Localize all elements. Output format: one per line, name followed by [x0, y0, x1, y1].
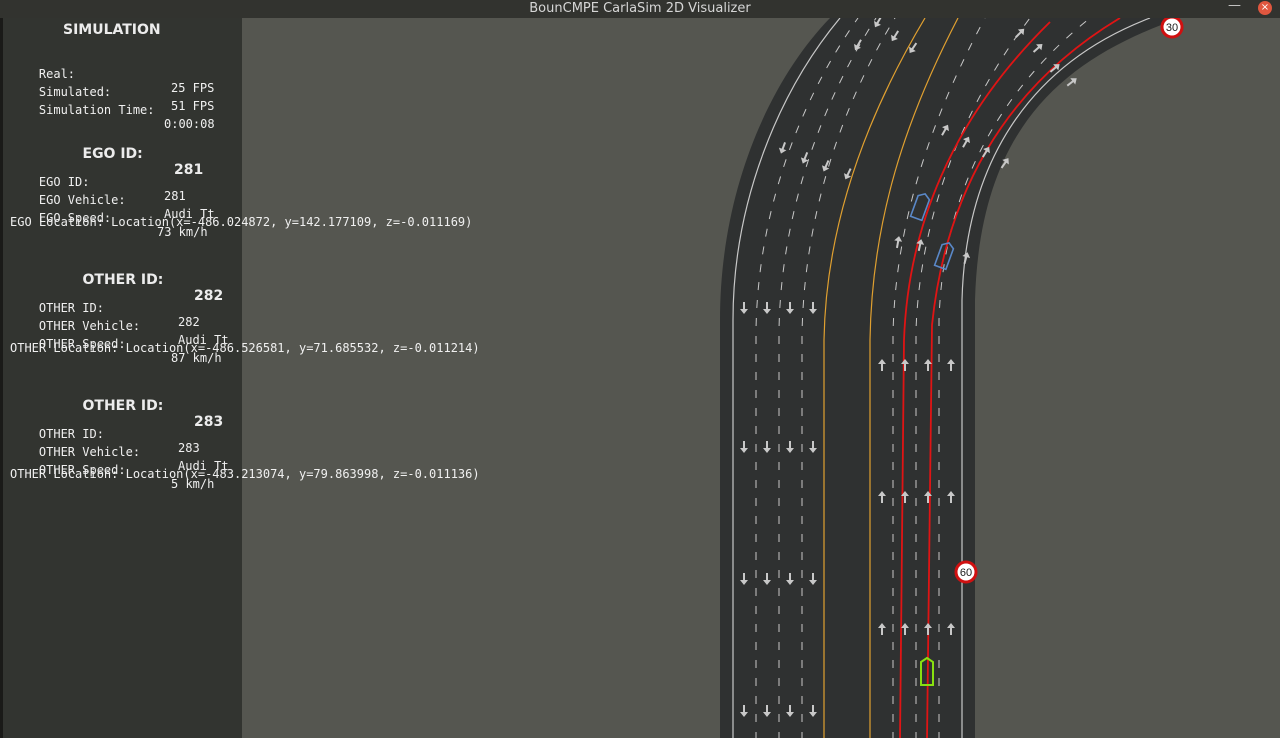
- ego-title-label: EGO ID:: [82, 146, 143, 162]
- real-fps-value: 25 FPS: [171, 81, 215, 95]
- simulated-fps-value: 51 FPS: [171, 99, 215, 113]
- other-283-title-value: 283: [194, 414, 224, 430]
- other-282-id-value: 282: [178, 315, 200, 329]
- simulation-title: SIMULATION: [63, 22, 161, 38]
- other-283-title-label: OTHER ID:: [82, 398, 164, 414]
- ego-location-row: EGO Location: Location(x=-486.024872, y=…: [10, 215, 473, 229]
- window-titlebar[interactable]: BounCMPE CarlaSim 2D Visualizer — ×: [0, 0, 1280, 18]
- close-icon[interactable]: ×: [1258, 1, 1272, 15]
- other-282-title-label: OTHER ID:: [82, 272, 164, 288]
- simulation-time-label: Simulation Time:: [38, 103, 155, 117]
- ego-title-value: 281: [174, 162, 204, 178]
- other-282-title-value: 282: [194, 288, 224, 304]
- ego-id-value: 281: [164, 189, 186, 203]
- minimize-icon[interactable]: —: [1228, 0, 1241, 17]
- window-title: BounCMPE CarlaSim 2D Visualizer: [529, 1, 751, 16]
- speed-sign-60: 60: [954, 560, 978, 584]
- other-282-location-row: OTHER Location: Location(x=-486.526581, …: [10, 341, 480, 355]
- simulation-time-value: 0:00:08: [164, 117, 215, 131]
- speed-sign-30-label: 30: [1166, 22, 1178, 34]
- hud-left-edge: [0, 18, 3, 738]
- speed-sign-60-label: 60: [960, 567, 972, 579]
- hud-panel: SIMULATION Real: 25 FPS Simulated: 51 FP…: [0, 18, 480, 738]
- speed-sign-30: 30: [1160, 18, 1184, 39]
- other-283-id-value: 283: [178, 441, 200, 455]
- other-283-location-row: OTHER Location: Location(x=-483.213074, …: [10, 467, 480, 481]
